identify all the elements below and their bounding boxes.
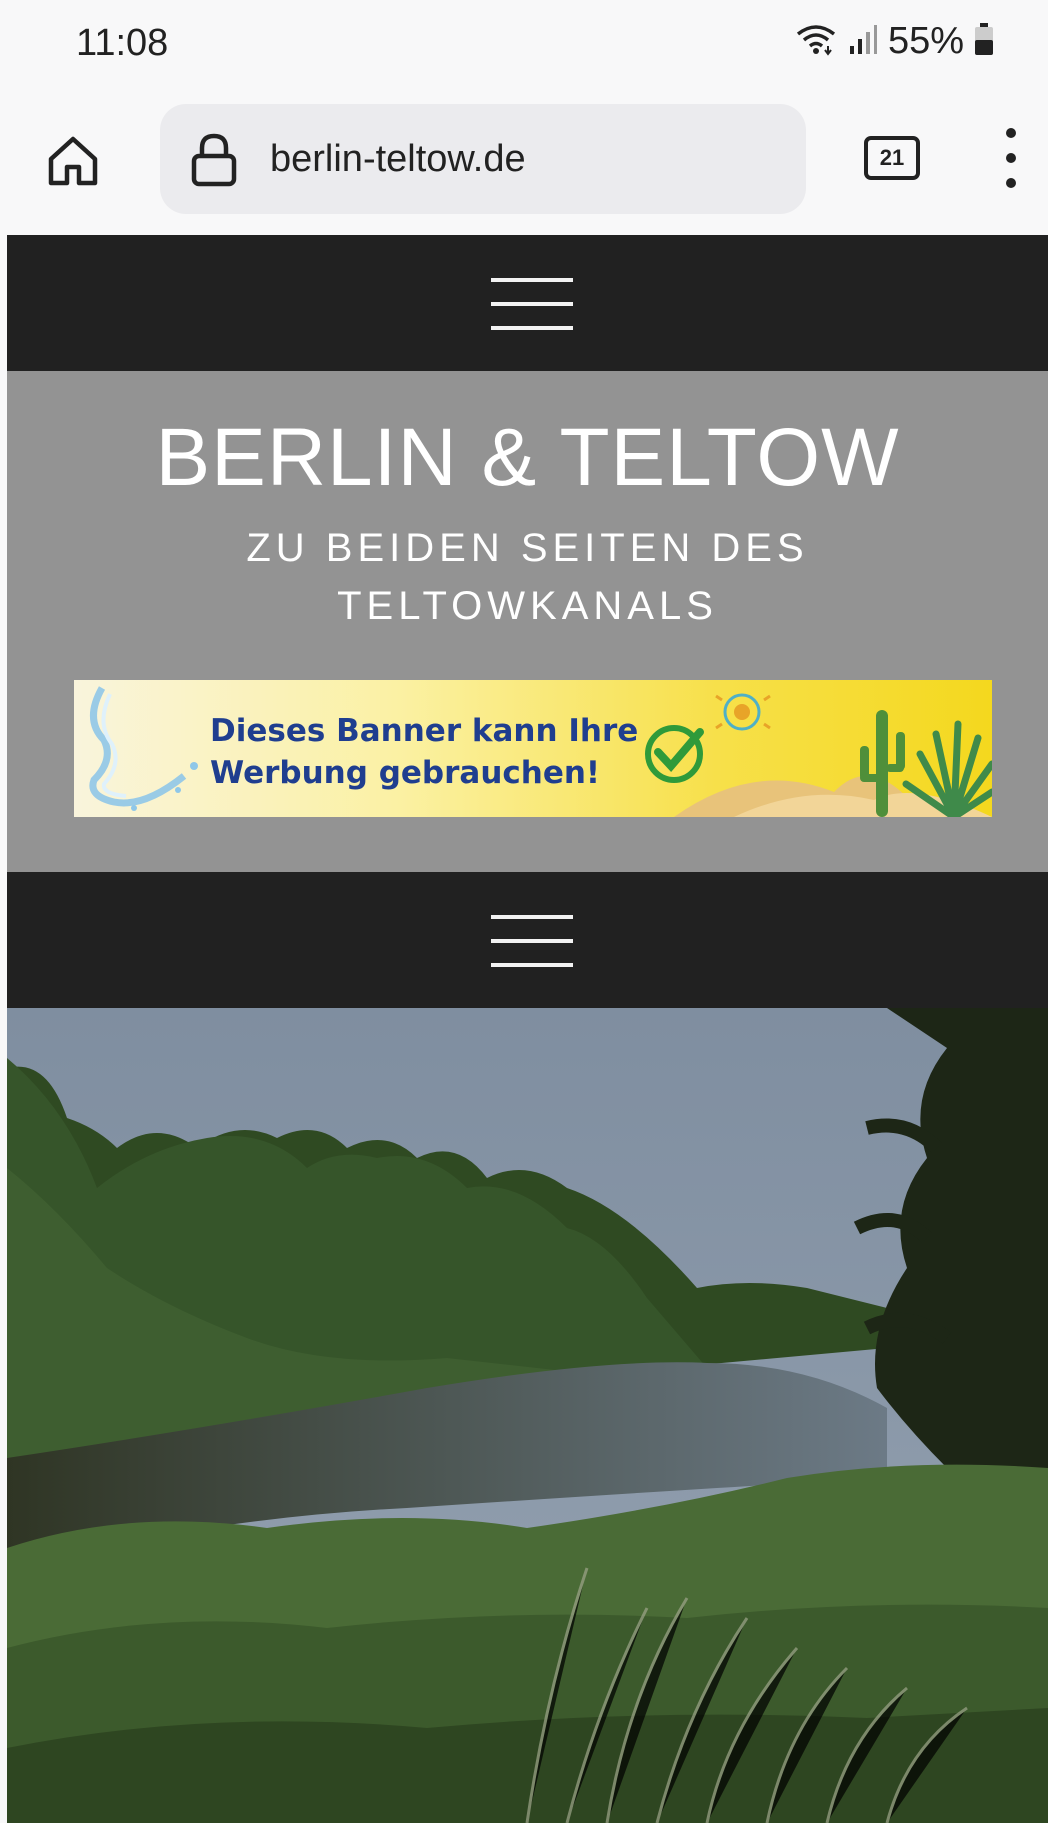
battery-icon — [974, 22, 994, 61]
home-button[interactable] — [40, 128, 106, 194]
battery-percentage: 55% — [887, 20, 964, 62]
status-icons: 55% — [794, 20, 994, 63]
hero-image — [7, 1008, 1048, 1823]
address-bar[interactable]: berlin-teltow.de — [160, 104, 806, 214]
status-time: 11:08 — [76, 22, 169, 64]
status-bar: 11:08 55% — [0, 0, 1048, 92]
banner-line-2: Werbung gebrauchen! — [210, 755, 601, 791]
hamburger-menu-icon[interactable] — [491, 915, 573, 967]
site-subtitle: ZU BEIDEN SEITEN DES TELTOWKANALS — [246, 526, 809, 628]
check-icon — [645, 725, 704, 783]
signal-icon — [848, 22, 878, 61]
hamburger-menu-icon[interactable] — [491, 278, 573, 330]
main-navbar — [7, 872, 1048, 1008]
phone-screen: 11:08 55% berlin-teltow.de 21 BERLIN & T… — [0, 0, 1048, 1823]
river-landscape-image — [7, 1008, 1048, 1823]
site-header: BERLIN & TELTOW ZU BEIDEN SEITEN DES TEL… — [7, 371, 1048, 872]
browser-toolbar: berlin-teltow.de 21 — [0, 92, 1048, 234]
home-icon — [48, 136, 98, 186]
tabs-button[interactable]: 21 — [864, 136, 920, 180]
water-splash-icon — [89, 686, 198, 811]
site-title[interactable]: BERLIN & TELTOW — [7, 411, 1048, 505]
sun-logo-icon — [715, 693, 771, 731]
banner-line-1: Dieses Banner kann Ihre — [210, 713, 639, 749]
url-text: berlin-teltow.de — [270, 138, 526, 180]
ad-banner[interactable]: Dieses Banner kann Ihre Werbung gebrauch… — [74, 680, 992, 817]
banner-text: Dieses Banner kann Ihre Werbung gebrauch… — [210, 710, 638, 794]
wifi-icon — [794, 22, 838, 61]
more-vert-icon[interactable] — [998, 128, 1024, 188]
web-page: BERLIN & TELTOW ZU BEIDEN SEITEN DES TEL… — [7, 235, 1048, 1823]
top-navbar — [7, 235, 1048, 371]
lock-icon[interactable] — [190, 132, 238, 193]
tab-count: 21 — [879, 145, 905, 170]
